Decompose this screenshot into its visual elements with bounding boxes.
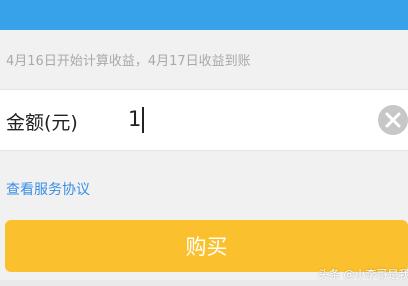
amount-label: 金额(元) — [6, 112, 78, 134]
amount-input[interactable] — [128, 104, 328, 134]
header-bar — [0, 0, 408, 30]
buy-button[interactable]: 购买 — [5, 220, 408, 272]
bottom-edge — [0, 280, 408, 286]
income-notice: 4月16日开始计算收益，4月17日收益到账 — [6, 54, 251, 69]
clear-x-glyph — [385, 112, 401, 128]
clear-icon[interactable] — [378, 105, 408, 135]
service-agreement-link[interactable]: 查看服务协议 — [6, 179, 90, 199]
amount-row: 金额(元) — [0, 89, 408, 151]
text-caret — [142, 107, 144, 133]
